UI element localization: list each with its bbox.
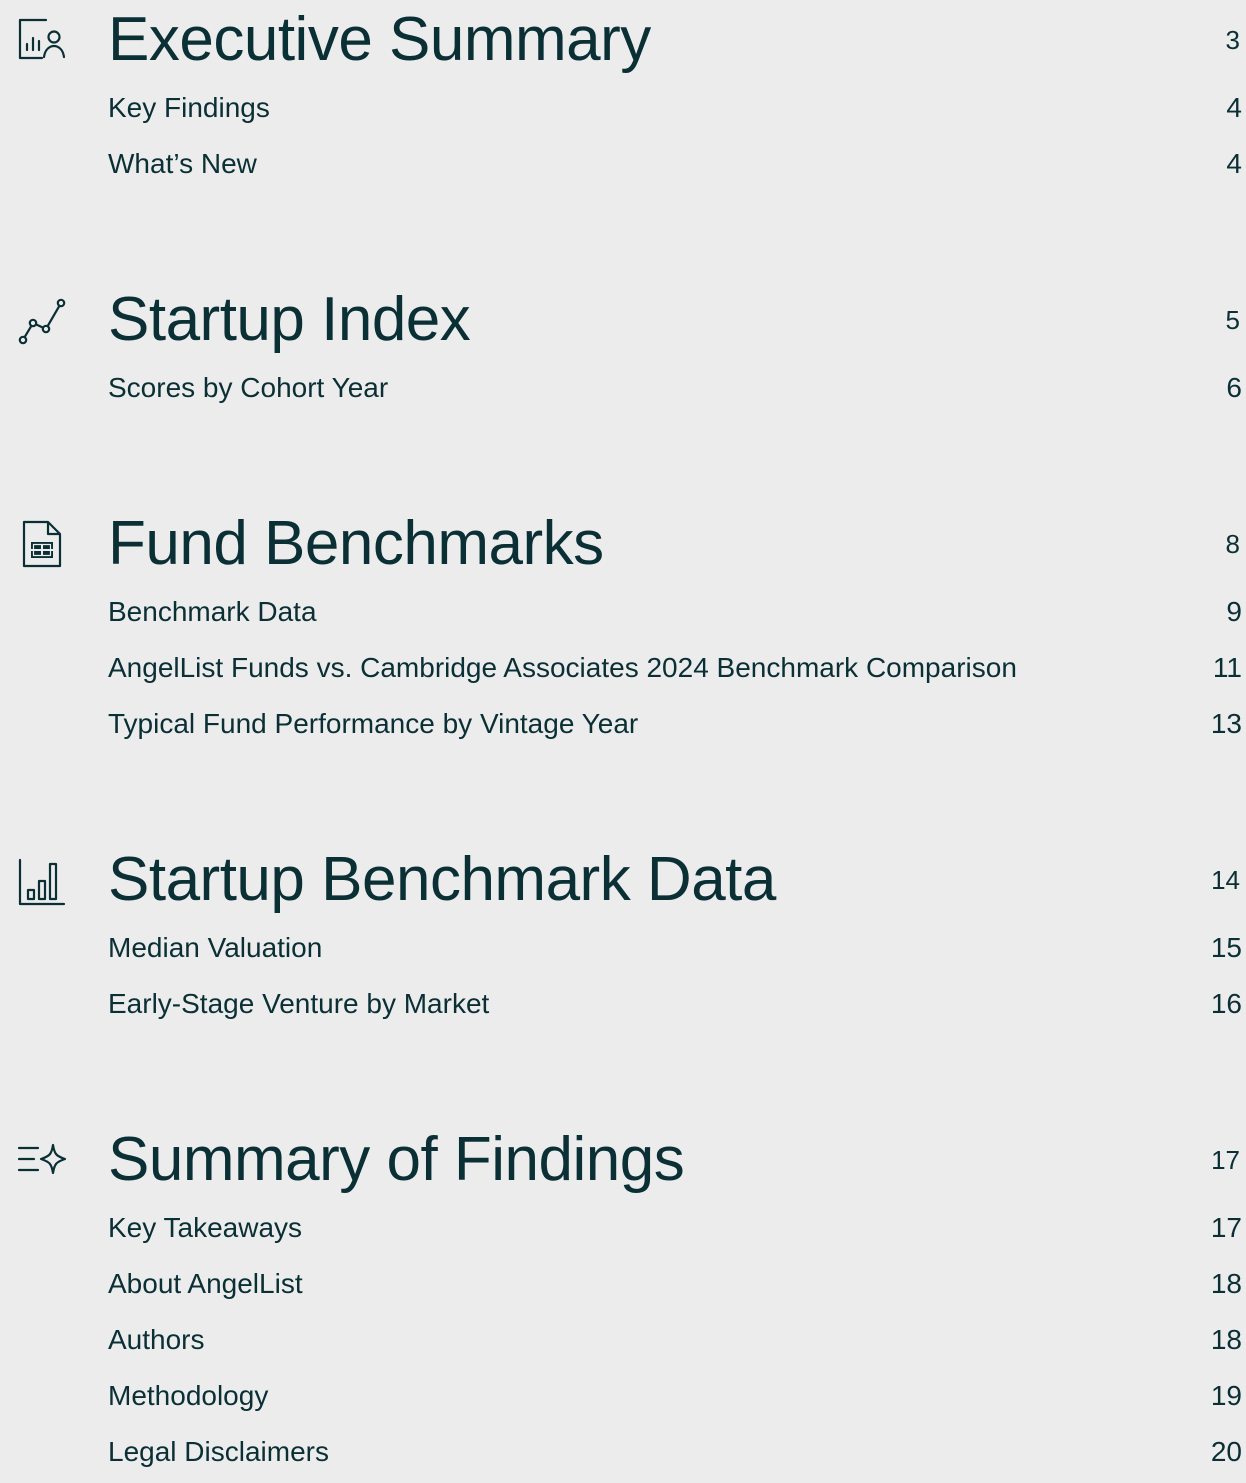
toc-entry-page-number: 16 (1210, 988, 1242, 1019)
toc-entry-label: Median Valuation (108, 932, 323, 963)
chart-person-icon (16, 14, 68, 66)
toc-entry-label: Benchmark Data (108, 596, 317, 627)
toc-entry-label: About AngelList (108, 1268, 303, 1299)
toc-section-heading[interactable]: Summary of Findings 17 (0, 1120, 1246, 1200)
toc-entry-page-number: 18 (1210, 1324, 1242, 1355)
bar-chart-icon (16, 856, 68, 908)
table-of-contents: Executive Summary 3 Key Findings 4 What’… (0, 0, 1246, 1483)
toc-section-heading[interactable]: Startup Benchmark Data 14 (0, 840, 1246, 920)
toc-entry-page-number: 18 (1210, 1268, 1242, 1299)
toc-entry-page-number: 4 (1226, 148, 1242, 179)
section-page-number: 17 (1211, 1145, 1240, 1175)
toc-entry-scores-by-cohort-year[interactable]: Scores by Cohort Year 6 (0, 360, 1246, 416)
toc-entry-page-number: 20 (1210, 1436, 1242, 1467)
toc-entry-label: Scores by Cohort Year (108, 372, 389, 403)
toc-entry-page-number: 13 (1210, 708, 1242, 739)
toc-entry-label: Methodology (108, 1380, 269, 1411)
toc-entry-label: Authors (108, 1324, 205, 1355)
section-title: Startup Index (108, 285, 471, 354)
list-sparkle-icon (16, 1134, 68, 1186)
toc-entry-typical-fund-performance[interactable]: Typical Fund Performance by Vintage Year… (0, 696, 1246, 752)
toc-entry-key-findings[interactable]: Key Findings 4 (0, 80, 1246, 136)
toc-entry-label: What’s New (108, 148, 257, 179)
toc-entry-label: AngelList Funds vs. Cambridge Associates… (108, 652, 1017, 683)
toc-entry-page-number: 11 (1212, 652, 1242, 683)
toc-entry-methodology[interactable]: Methodology 19 (0, 1368, 1246, 1424)
toc-section-fund-benchmarks: Fund Benchmarks 8 Benchmark Data 9 Angel… (0, 504, 1246, 752)
section-page-number: 14 (1211, 865, 1240, 895)
section-title: Startup Benchmark Data (108, 845, 776, 914)
toc-entry-label: Legal Disclaimers (108, 1436, 329, 1467)
toc-entry-key-takeaways[interactable]: Key Takeaways 17 (0, 1200, 1246, 1256)
toc-section-heading[interactable]: Fund Benchmarks 8 (0, 504, 1246, 584)
toc-entry-benchmark-data[interactable]: Benchmark Data 9 (0, 584, 1246, 640)
section-title: Executive Summary (108, 5, 651, 74)
toc-entry-page-number: 9 (1226, 596, 1242, 627)
toc-entry-early-stage-venture[interactable]: Early-Stage Venture by Market 16 (0, 976, 1246, 1032)
toc-entry-label: Typical Fund Performance by Vintage Year (108, 708, 639, 739)
toc-entry-label: Key Findings (108, 92, 270, 123)
section-page-number: 8 (1225, 529, 1240, 559)
toc-section-startup-index: Startup Index 5 Scores by Cohort Year 6 (0, 280, 1246, 416)
section-title: Fund Benchmarks (108, 509, 604, 578)
toc-entry-angellist-vs-cambridge[interactable]: AngelList Funds vs. Cambridge Associates… (0, 640, 1246, 696)
toc-section-summary-of-findings: Summary of Findings 17 Key Takeaways 17 … (0, 1120, 1246, 1480)
section-page-number: 5 (1225, 305, 1240, 335)
toc-section-executive-summary: Executive Summary 3 Key Findings 4 What’… (0, 0, 1246, 192)
line-graph-icon (16, 296, 68, 348)
toc-entry-label: Early-Stage Venture by Market (108, 988, 490, 1019)
toc-entry-authors[interactable]: Authors 18 (0, 1312, 1246, 1368)
toc-section-heading[interactable]: Startup Index 5 (0, 280, 1246, 360)
section-title: Summary of Findings (108, 1125, 685, 1194)
toc-entry-page-number: 19 (1210, 1380, 1242, 1411)
toc-entry-page-number: 4 (1226, 92, 1242, 123)
toc-entry-legal-disclaimers[interactable]: Legal Disclaimers 20 (0, 1424, 1246, 1480)
toc-section-heading[interactable]: Executive Summary 3 (0, 0, 1246, 80)
toc-entry-page-number: 6 (1226, 372, 1242, 403)
toc-entry-page-number: 17 (1210, 1212, 1242, 1243)
toc-entry-median-valuation[interactable]: Median Valuation 15 (0, 920, 1246, 976)
section-page-number: 3 (1225, 25, 1240, 55)
toc-entry-whats-new[interactable]: What’s New 4 (0, 136, 1246, 192)
spreadsheet-document-icon (16, 518, 68, 570)
toc-entry-about-angellist[interactable]: About AngelList 18 (0, 1256, 1246, 1312)
toc-entry-page-number: 15 (1210, 932, 1242, 963)
toc-section-startup-benchmark-data: Startup Benchmark Data 14 Median Valuati… (0, 840, 1246, 1032)
toc-entry-label: Key Takeaways (108, 1212, 303, 1243)
